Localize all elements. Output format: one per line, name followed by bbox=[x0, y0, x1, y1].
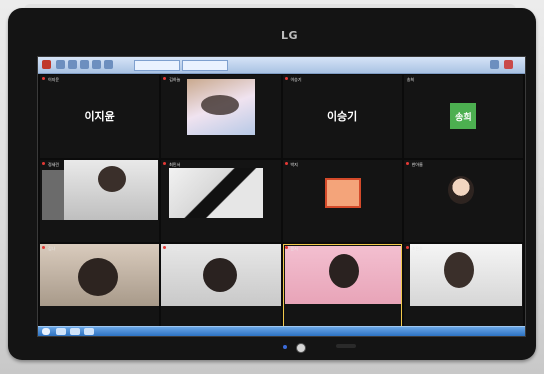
bezel-sticker bbox=[336, 344, 356, 348]
video-feed bbox=[169, 167, 264, 218]
participant-tile[interactable]: 박지 bbox=[282, 159, 402, 243]
power-indicator bbox=[283, 345, 287, 349]
video-background bbox=[42, 169, 64, 220]
participant-label: 송희 bbox=[406, 77, 415, 82]
video-subject bbox=[98, 165, 126, 192]
toolbar-icon[interactable] bbox=[68, 60, 77, 69]
participant-label: 김하늘 bbox=[169, 77, 181, 82]
toolbar-icon[interactable] bbox=[92, 60, 101, 69]
participant-label: 김나 bbox=[48, 246, 56, 252]
participant-tile[interactable]: 김나 bbox=[40, 244, 160, 327]
toolbar-icon[interactable] bbox=[80, 60, 89, 69]
participant-label: 윤서 bbox=[290, 246, 298, 252]
participant-tile[interactable]: 이승기 이승기 bbox=[282, 75, 402, 158]
mic-muted-icon bbox=[163, 161, 167, 165]
taskbar-app-icon[interactable] bbox=[56, 328, 66, 335]
participant-tile[interactable]: 이도윤 bbox=[161, 244, 281, 327]
taskbar-app-icon[interactable] bbox=[70, 328, 80, 335]
taskbar-app-icon[interactable] bbox=[84, 328, 94, 335]
mic-muted-icon bbox=[42, 77, 45, 80]
taskbar bbox=[38, 326, 525, 336]
participant-tile[interactable]: 조은솔 bbox=[403, 244, 523, 327]
mic-muted-icon bbox=[163, 77, 167, 80]
mic-muted-icon bbox=[284, 77, 288, 80]
brand-logo: LG bbox=[281, 29, 299, 42]
tab-button[interactable] bbox=[182, 60, 228, 71]
participant-tile[interactable]: 윤서 bbox=[282, 244, 402, 327]
laptop-screen: 이지윤 이지윤 김하늘 이승기 이승기 송희 송희 정세린 최민서 박지 한아름… bbox=[37, 56, 526, 337]
participant-tile[interactable]: 김하늘 bbox=[161, 75, 281, 158]
participant-tile[interactable]: 한아름 bbox=[403, 159, 523, 243]
video-subject bbox=[447, 175, 474, 204]
minimize-icon[interactable] bbox=[490, 60, 499, 69]
participant-label: 이도윤 bbox=[169, 246, 181, 252]
toolbar-icon[interactable] bbox=[56, 60, 65, 69]
video-subject bbox=[443, 252, 474, 289]
participant-tile[interactable]: 최민서 bbox=[161, 159, 281, 243]
mic-muted-icon bbox=[284, 246, 288, 250]
video-subject bbox=[328, 254, 359, 289]
video-thumbnail bbox=[324, 177, 361, 208]
participant-label: 정세린 bbox=[48, 161, 60, 167]
participant-tile[interactable]: 이지윤 이지윤 bbox=[40, 75, 160, 158]
participant-label: 한아름 bbox=[411, 161, 423, 167]
tab-button[interactable] bbox=[134, 60, 180, 71]
mic-muted-icon bbox=[405, 161, 409, 165]
participant-grid: 이지윤 이지윤 김하늘 이승기 이승기 송희 송희 정세린 최민서 박지 한아름… bbox=[40, 75, 523, 327]
window-toolbar bbox=[38, 57, 525, 74]
participant-avatar: 송희 bbox=[450, 103, 477, 130]
participant-label: 이지윤 bbox=[48, 77, 60, 82]
participant-label: 조은솔 bbox=[411, 246, 423, 252]
video-subject bbox=[201, 95, 240, 115]
participant-name: 이승기 bbox=[326, 110, 358, 124]
participant-tile[interactable]: 송희 송희 bbox=[403, 75, 523, 158]
participant-label: 이승기 bbox=[290, 77, 302, 82]
webcam-icon bbox=[296, 343, 306, 353]
mic-muted-icon bbox=[284, 161, 288, 165]
participant-label: 박지 bbox=[290, 161, 298, 167]
participant-tile[interactable]: 정세린 bbox=[40, 159, 160, 243]
toolbar-icon[interactable] bbox=[104, 60, 113, 69]
mic-muted-icon bbox=[42, 161, 45, 165]
mic-muted-icon bbox=[405, 246, 409, 250]
app-icon[interactable] bbox=[42, 60, 51, 69]
participant-name: 이지윤 bbox=[84, 110, 115, 124]
close-icon[interactable] bbox=[504, 60, 513, 69]
start-button[interactable] bbox=[42, 328, 50, 335]
